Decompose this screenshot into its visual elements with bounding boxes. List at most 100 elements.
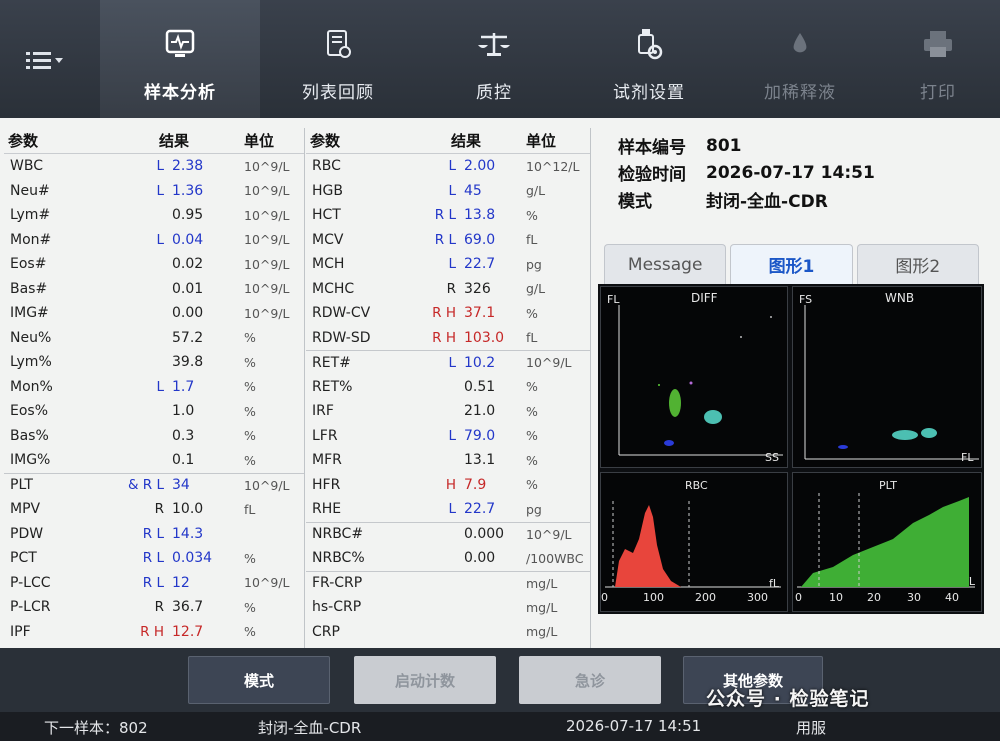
param-name: WBC bbox=[10, 158, 43, 175]
mode-label: 模式 bbox=[618, 192, 652, 212]
result-value: 103.0 bbox=[464, 329, 505, 346]
result-flag: R L bbox=[142, 550, 164, 567]
drop-icon bbox=[793, 33, 807, 53]
header-unit: 单位 bbox=[244, 132, 275, 150]
start-count-button[interactable]: 启动计数 bbox=[354, 656, 496, 704]
result-value: 79.0 bbox=[464, 427, 496, 444]
table-row: HFR H 7.9% bbox=[306, 473, 590, 498]
param-name: FR-CRP bbox=[312, 575, 363, 592]
table-row: MPV R 10.0 fL bbox=[4, 497, 304, 522]
table-row: LFR L 79.0% bbox=[306, 424, 590, 449]
param-name: HGB bbox=[312, 182, 343, 199]
result-flag: & R L bbox=[127, 477, 164, 494]
param-name: RDW-SD bbox=[312, 329, 371, 346]
result-flag: R bbox=[154, 599, 164, 616]
param-name: HCT bbox=[312, 207, 341, 224]
tab-list-review[interactable]: 列表回顾 bbox=[262, 0, 414, 118]
menu-button[interactable] bbox=[10, 38, 80, 82]
results-panel: 参数 结果 单位 WBC L 2.38 10^9/L Neu# L 1.36 10^9/L Ly… bbox=[0, 118, 1000, 648]
param-name: IMG% bbox=[10, 452, 51, 469]
header-result: 结果 bbox=[450, 132, 481, 150]
result-flag: L bbox=[156, 158, 164, 175]
tab-quality-control[interactable]: 质控 bbox=[416, 0, 572, 118]
param-name: RET% bbox=[312, 378, 353, 395]
param-name: Bas% bbox=[10, 427, 49, 444]
plt-tick: 10 bbox=[829, 591, 843, 604]
table-row: IMG% 0.1% bbox=[4, 448, 304, 473]
result-unit: /100WBC bbox=[526, 550, 584, 566]
balance-icon bbox=[478, 33, 510, 56]
result-unit: % bbox=[526, 379, 538, 395]
result-flag: R L bbox=[142, 525, 164, 542]
table-row: RET# L 10.2 10^9/L bbox=[306, 350, 590, 375]
table-row: NRBC# 0.000 10^9/L bbox=[306, 521, 590, 547]
graph-panel: DIFF FL SS WNB FS FL RBC fL 0 100 200 30… bbox=[598, 284, 984, 614]
table-row: IRF 21.0% bbox=[306, 399, 590, 424]
result-value: 13.1 bbox=[464, 452, 496, 469]
tab-reagent-settings[interactable]: 试剂设置 bbox=[574, 0, 724, 118]
table-row: Eos% 1.0% bbox=[4, 399, 304, 424]
result-value: 10.0 bbox=[172, 501, 204, 518]
result-unit: % bbox=[526, 428, 538, 444]
result-value: 57.2 bbox=[172, 329, 204, 346]
result-unit: % bbox=[526, 452, 538, 468]
table-row: IMG# 0.00 10^9/L bbox=[4, 301, 304, 326]
mode-button[interactable]: 模式 bbox=[188, 656, 330, 704]
sample-id-label: 样本编号 bbox=[618, 138, 686, 158]
table-row: MCHC R 326 g/L bbox=[306, 277, 590, 302]
table-row: RHE L 22.7 pg bbox=[306, 497, 590, 522]
param-name: MFR bbox=[312, 452, 342, 469]
result-unit: fL bbox=[526, 232, 538, 248]
result-value: 0.000 bbox=[464, 526, 505, 543]
tab-message[interactable]: Message bbox=[604, 244, 727, 284]
table-row: RDW-SD R H 103.0 fL bbox=[306, 326, 590, 351]
tab-sample-analysis[interactable]: 样本分析 bbox=[100, 0, 260, 118]
wnb-plot bbox=[804, 305, 979, 460]
diff-plot bbox=[618, 305, 783, 456]
result-unit: 10^9/L bbox=[244, 232, 290, 248]
mode-value: 封闭-全血-CDR bbox=[706, 192, 828, 212]
result-flag: R L bbox=[434, 207, 456, 224]
param-name: MPV bbox=[10, 501, 41, 518]
table-row: Bas% 0.3% bbox=[4, 424, 304, 449]
toolbar: 样本分析 列表回顾 质控 试剂设置 加稀释液 打印 bbox=[0, 0, 1000, 118]
result-unit: % bbox=[244, 403, 256, 419]
result-flag: L bbox=[448, 427, 456, 444]
table-row: PDW R L 14.3 bbox=[4, 522, 304, 547]
menu-icon bbox=[26, 52, 63, 69]
tab-graph-1[interactable]: 图形1 bbox=[730, 244, 853, 284]
param-name: NRBC% bbox=[312, 550, 365, 567]
table-row: hs-CRP mg/L bbox=[306, 595, 590, 620]
param-name: P-LCR bbox=[10, 599, 51, 616]
param-name: MCHC bbox=[312, 280, 355, 297]
result-value: 0.02 bbox=[172, 256, 204, 273]
result-value: 13.8 bbox=[464, 207, 496, 224]
emergency-button[interactable]: 急诊 bbox=[519, 656, 661, 704]
watermark: 公众号 · 检验笔记 bbox=[706, 688, 870, 710]
result-value: 69.0 bbox=[464, 231, 496, 248]
result-value: 34 bbox=[172, 477, 190, 494]
result-unit: % bbox=[526, 403, 538, 419]
tab-add-diluent[interactable]: 加稀释液 bbox=[726, 0, 874, 118]
table-row: RBC L 2.00 10^12/L bbox=[306, 154, 590, 179]
result-unit: 10^9/L bbox=[526, 526, 572, 542]
result-value: 21.0 bbox=[464, 403, 496, 420]
param-name: Eos% bbox=[10, 403, 49, 420]
result-value: 2.00 bbox=[464, 158, 496, 175]
table-row: PLT & R L 34 10^9/L bbox=[4, 472, 304, 498]
result-unit: % bbox=[244, 624, 256, 640]
table-row: FR-CRP mg/L bbox=[306, 570, 590, 596]
tab-graph-2[interactable]: 图形2 bbox=[856, 244, 979, 284]
header-unit: 单位 bbox=[526, 132, 557, 150]
tab-print[interactable]: 打印 bbox=[876, 0, 1000, 118]
test-time-value: 2026-07-17 14:51 bbox=[706, 162, 875, 183]
result-unit: % bbox=[244, 354, 256, 370]
param-name: Eos# bbox=[10, 256, 47, 273]
graph-tabs: Message 图形1 图形2 bbox=[604, 244, 979, 284]
table-row: P-LCR R 36.7% bbox=[4, 595, 304, 620]
table-row: MCH L 22.7 pg bbox=[306, 252, 590, 277]
result-unit: % bbox=[244, 428, 256, 444]
result-unit: fL bbox=[526, 330, 538, 346]
rbc-tick: 300 bbox=[747, 591, 768, 604]
sample-info: 样本编号 801 检验时间 2026-07-17 14:51 模式 封闭-全血-… bbox=[618, 132, 875, 213]
